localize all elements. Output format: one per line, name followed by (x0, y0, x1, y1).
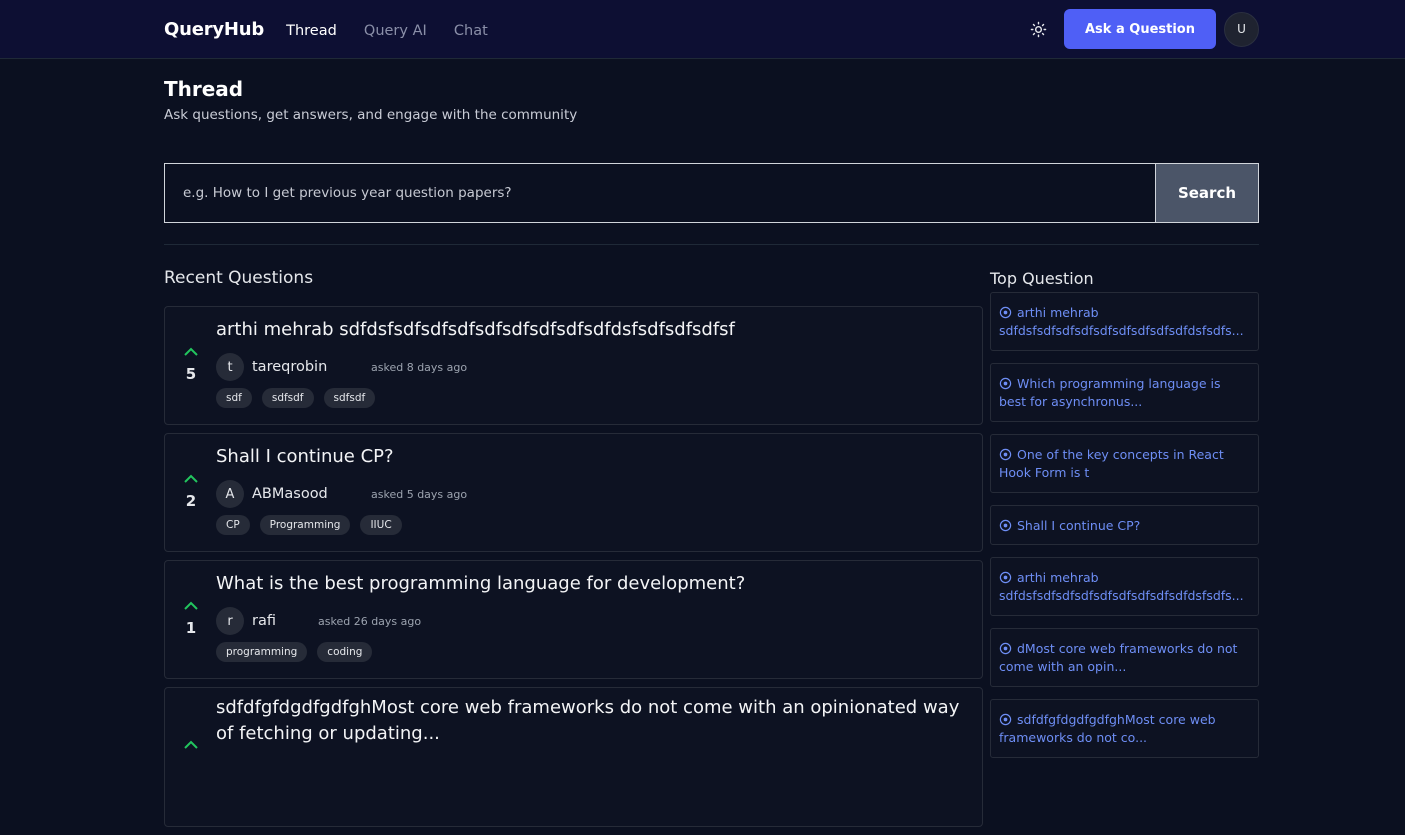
tag[interactable]: CP (216, 515, 250, 535)
question-card[interactable]: 1 What is the best programming language … (164, 560, 983, 679)
author-avatar: t (216, 353, 244, 381)
asked-time: asked 8 days ago (371, 360, 468, 374)
tag-list: CP Programming IIUC (216, 515, 968, 535)
search-bar: Search (164, 163, 1259, 223)
top-question-line1: Shall I continue CP? (1017, 518, 1141, 533)
tag[interactable]: sdfsdf (261, 388, 314, 408)
vote-box (175, 740, 207, 750)
question-title[interactable]: arthi mehrab sdfdsfsdfsdfsdfsdfsdfsdfsdf… (216, 317, 968, 343)
recent-questions-heading: Recent Questions (164, 268, 314, 288)
tag[interactable]: coding (317, 642, 373, 662)
question-title[interactable]: sdfdfgfdgdfgdfghMost core web frameworks… (216, 695, 968, 747)
question-body: sdfdfgfdgdfgdfghMost core web frameworks… (216, 695, 968, 747)
target-icon (999, 377, 1012, 390)
question-body: arthi mehrab sdfdsfsdfsdfsdfsdfsdfsdfsdf… (216, 317, 968, 408)
top-question-item[interactable]: arthi mehrab sdfdsfsdfsdfsdfsdfsdfsdfsdf… (990, 292, 1259, 351)
top-navbar: QueryHub Thread Query AI Chat Ask a Ques… (0, 0, 1405, 59)
section-divider (164, 244, 1259, 245)
top-question-line1: sdfdfgfdgdfgdfghMost core web (1017, 712, 1216, 727)
question-meta: A ABMasood asked 5 days ago (216, 480, 968, 508)
recent-questions-list: 5 arthi mehrab sdfdsfsdfsdfsdfsdfsdfsdfs… (164, 306, 983, 835)
top-questions-list: arthi mehrab sdfdsfsdfsdfsdfsdfsdfsdfsdf… (990, 292, 1259, 770)
top-question-line2: sdfdsfsdfsdfsdfsdfsdfsdfsdfsdfdsfsdfs... (999, 588, 1244, 603)
nav-thread[interactable]: Thread (286, 23, 337, 39)
top-question-item[interactable]: arthi mehrab sdfdsfsdfsdfsdfsdfsdfsdfsdf… (990, 557, 1259, 616)
user-avatar[interactable]: U (1224, 11, 1259, 47)
search-input[interactable] (165, 164, 1155, 222)
top-question-line1: Which programming language is (1017, 376, 1221, 391)
author-name[interactable]: ABMasood (252, 486, 371, 502)
nav-chat[interactable]: Chat (454, 23, 488, 39)
top-question-line1: One of the key concepts in React (1017, 447, 1224, 462)
author-avatar: r (216, 607, 244, 635)
top-questions-heading: Top Question (990, 269, 1094, 288)
author-name[interactable]: tareqrobin (252, 359, 371, 375)
navbar-inner: QueryHub Thread Query AI Chat Ask a Ques… (164, 0, 1259, 58)
upvote-icon[interactable] (183, 740, 199, 750)
tag[interactable]: programming (216, 642, 308, 662)
tag-list: programming coding (216, 642, 968, 662)
vote-box: 2 (175, 474, 207, 510)
top-question-line2: best for asynchronus... (999, 394, 1143, 409)
author-avatar: A (216, 480, 244, 508)
asked-time: asked 5 days ago (371, 487, 468, 501)
question-body: Shall I continue CP? A ABMasood asked 5 … (216, 444, 968, 535)
page-title: Thread (164, 77, 244, 101)
top-question-line2: frameworks do not co... (999, 730, 1148, 745)
vote-count: 5 (185, 365, 197, 383)
vote-box: 5 (175, 347, 207, 383)
target-icon (999, 713, 1012, 726)
author-name[interactable]: rafi (252, 613, 318, 629)
top-question-line2: Hook Form is t (999, 465, 1090, 480)
question-title[interactable]: Shall I continue CP? (216, 444, 968, 470)
tag[interactable]: IIUC (360, 515, 402, 535)
question-card[interactable]: sdfdfgfdgdfgdfghMost core web frameworks… (164, 687, 983, 827)
target-icon (999, 306, 1012, 319)
top-question-item[interactable]: One of the key concepts in React Hook Fo… (990, 434, 1259, 493)
app-logo[interactable]: QueryHub (164, 19, 264, 40)
vote-box: 1 (175, 601, 207, 637)
top-question-item[interactable]: sdfdfgfdgdfgdfghMost core web frameworks… (990, 699, 1259, 758)
question-body: What is the best programming language fo… (216, 571, 968, 662)
tag[interactable]: sdf (216, 388, 252, 408)
top-question-item[interactable]: Shall I continue CP? (990, 505, 1259, 545)
main-nav: Thread Query AI Chat (286, 20, 510, 39)
nav-query-ai[interactable]: Query AI (364, 23, 427, 39)
question-title[interactable]: What is the best programming language fo… (216, 571, 968, 597)
top-question-item[interactable]: Which programming language is best for a… (990, 363, 1259, 422)
question-card[interactable]: 5 arthi mehrab sdfdsfsdfsdfsdfsdfsdfsdfs… (164, 306, 983, 425)
vote-count: 1 (185, 619, 197, 637)
target-icon (999, 519, 1012, 532)
top-question-line1: arthi mehrab (1017, 570, 1099, 585)
question-card[interactable]: 2 Shall I continue CP? A ABMasood asked … (164, 433, 983, 552)
top-question-item[interactable]: dMost core web frameworks do not come wi… (990, 628, 1259, 687)
asked-time: asked 26 days ago (318, 614, 422, 628)
page-subtitle: Ask questions, get answers, and engage w… (164, 107, 578, 123)
top-question-line2: sdfdsfsdfsdfsdfsdfsdfsdfsdfsdfdsfsdfs... (999, 323, 1244, 338)
header-actions: Ask a Question U (1026, 9, 1259, 49)
top-question-line1: dMost core web frameworks do not (1017, 641, 1238, 656)
tag[interactable]: Programming (259, 515, 351, 535)
ask-question-button[interactable]: Ask a Question (1064, 9, 1216, 49)
upvote-icon[interactable] (183, 601, 199, 611)
theme-toggle-sun-icon[interactable] (1026, 17, 1050, 41)
question-meta: t tareqrobin asked 8 days ago (216, 353, 968, 381)
top-question-line1: arthi mehrab (1017, 305, 1099, 320)
vote-count: 2 (185, 492, 197, 510)
top-question-line2: come with an opin... (999, 659, 1127, 674)
target-icon (999, 448, 1012, 461)
tag[interactable]: sdfsdf (323, 388, 376, 408)
target-icon (999, 571, 1012, 584)
search-button[interactable]: Search (1155, 164, 1258, 222)
upvote-icon[interactable] (183, 347, 199, 357)
tag-list: sdf sdfsdf sdfsdf (216, 388, 968, 408)
question-meta: r rafi asked 26 days ago (216, 607, 968, 635)
upvote-icon[interactable] (183, 474, 199, 484)
target-icon (999, 642, 1012, 655)
